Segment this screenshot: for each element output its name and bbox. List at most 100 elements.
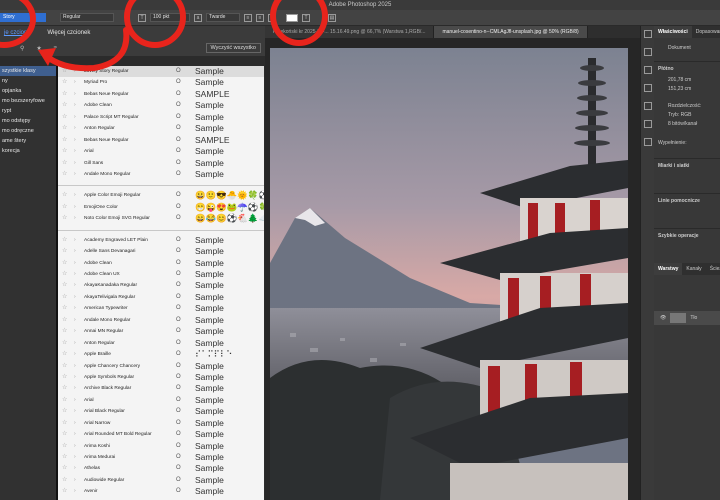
- favorite-star-icon[interactable]: ☆: [62, 66, 67, 77]
- history-icon[interactable]: [643, 30, 652, 38]
- font-row[interactable]: ☆ › Arima Medurai O Sample: [58, 452, 264, 463]
- favorite-star-icon[interactable]: ☆: [62, 169, 67, 180]
- brush-icon[interactable]: [643, 102, 652, 110]
- visibility-eye-icon[interactable]: 👁: [660, 315, 666, 321]
- expand-chevron-icon[interactable]: ›: [74, 269, 76, 280]
- font-row[interactable]: ☆ › Arial Narrow O Sample: [58, 418, 264, 429]
- tab-channels[interactable]: Kanały: [682, 263, 705, 275]
- favorite-star-icon[interactable]: ☆: [62, 292, 67, 303]
- expand-chevron-icon[interactable]: ›: [74, 406, 76, 417]
- expand-chevron-icon[interactable]: ›: [74, 383, 76, 394]
- expand-chevron-icon[interactable]: ›: [74, 326, 76, 337]
- favorite-star-icon[interactable]: ☆: [62, 383, 67, 394]
- favorite-star-icon[interactable]: ☆: [62, 349, 67, 360]
- expand-chevron-icon[interactable]: ›: [74, 190, 76, 201]
- expand-chevron-icon[interactable]: ›: [74, 202, 76, 213]
- expand-chevron-icon[interactable]: ›: [74, 213, 76, 224]
- font-row[interactable]: ☆ › Audiowide Regular O Sample: [58, 475, 264, 486]
- expand-chevron-icon[interactable]: ›: [74, 235, 76, 246]
- expand-chevron-icon[interactable]: ›: [74, 246, 76, 257]
- expand-chevron-icon[interactable]: ›: [74, 315, 76, 326]
- tab-properties[interactable]: Właściwości: [654, 26, 692, 38]
- expand-chevron-icon[interactable]: ›: [74, 158, 76, 169]
- filter-icon[interactable]: ⚲: [20, 45, 24, 52]
- font-row[interactable]: ☆ › Arial Rounded MT Bold Regular O Sample: [58, 429, 264, 440]
- expand-chevron-icon[interactable]: ›: [74, 429, 76, 440]
- favorite-star-icon[interactable]: ☆: [62, 258, 67, 269]
- favorite-star-icon[interactable]: ☆: [62, 100, 67, 111]
- paragraph-icon[interactable]: [643, 84, 652, 92]
- font-row[interactable]: ☆ › Archive Black Regular O Sample: [58, 383, 264, 394]
- font-row[interactable]: ☆ › Noto Color Emoji SVG Regular O 😄😂😊⚽🐔🌲☁️: [58, 213, 264, 224]
- favorite-star-icon[interactable]: ☆: [62, 486, 67, 497]
- favorite-star-icon[interactable]: ☆: [62, 429, 67, 440]
- class-item[interactable]: szystkie klasy: [0, 66, 56, 76]
- tab-adjustments[interactable]: Dopasowanie: [692, 26, 720, 38]
- align-left-icon[interactable]: ≡: [244, 13, 252, 22]
- expand-chevron-icon[interactable]: ›: [74, 338, 76, 349]
- expand-chevron-icon[interactable]: ›: [74, 395, 76, 406]
- more-fonts-link[interactable]: Więcej czcionek: [47, 30, 90, 36]
- character-icon[interactable]: [643, 66, 652, 74]
- favorites-star-icon[interactable]: ★: [36, 45, 41, 52]
- font-size-field[interactable]: 100 pkt: [150, 13, 190, 22]
- font-row[interactable]: ☆ › Lovely Story Regular O Sample: [58, 66, 264, 78]
- favorite-star-icon[interactable]: ☆: [62, 338, 67, 349]
- expand-chevron-icon[interactable]: ›: [74, 66, 76, 77]
- bit-depth-select[interactable]: 8 bitów/kanał: [654, 120, 720, 129]
- favorite-star-icon[interactable]: ☆: [62, 123, 67, 134]
- expand-chevron-icon[interactable]: ›: [74, 123, 76, 134]
- font-row[interactable]: ☆ › Apple Color Emoji Regular O 😀🙂😎🐣🌞🍀⚽: [58, 190, 264, 201]
- expand-chevron-icon[interactable]: ›: [74, 258, 76, 269]
- favorite-star-icon[interactable]: ☆: [62, 441, 67, 452]
- similar-fonts-icon[interactable]: ≈: [54, 45, 57, 51]
- align-right-icon[interactable]: ≡: [268, 13, 276, 22]
- expand-chevron-icon[interactable]: ›: [74, 486, 76, 497]
- font-row[interactable]: ☆ › Athelas O Sample: [58, 463, 264, 474]
- expand-chevron-icon[interactable]: ›: [74, 169, 76, 180]
- info-icon[interactable]: [643, 120, 652, 128]
- font-row[interactable]: ☆ › Adobe Clean UX O Sample: [58, 269, 264, 280]
- font-row[interactable]: ☆ › Arial Black Regular O Sample: [58, 406, 264, 417]
- expand-chevron-icon[interactable]: ›: [74, 441, 76, 452]
- favorite-star-icon[interactable]: ☆: [62, 246, 67, 257]
- expand-chevron-icon[interactable]: ›: [74, 112, 76, 123]
- expand-chevron-icon[interactable]: ›: [74, 372, 76, 383]
- font-row[interactable]: ☆ › Andale Mono Regular O Sample: [58, 315, 264, 326]
- expand-chevron-icon[interactable]: ›: [74, 361, 76, 372]
- guides-section[interactable]: Linie pomocnicze: [654, 193, 720, 208]
- font-row[interactable]: ☆ › Anton Regular O Sample: [58, 338, 264, 349]
- align-center-icon[interactable]: ≡: [256, 13, 264, 22]
- link-fonts[interactable]: je czcion: [4, 30, 27, 36]
- font-row[interactable]: ☆ › Bebas Neue Regular O SAMPLE: [58, 135, 264, 146]
- favorite-star-icon[interactable]: ☆: [62, 303, 67, 314]
- favorite-star-icon[interactable]: ☆: [62, 112, 67, 123]
- font-row[interactable]: ☆ › Adobe Clean O Sample: [58, 100, 264, 111]
- font-row[interactable]: ☆ › EmojiOne Color O 😁😜😍🐸☂️⚽🍀: [58, 202, 264, 213]
- font-row[interactable]: ☆ › American Typewriter O Sample: [58, 303, 264, 314]
- expand-chevron-icon[interactable]: ›: [74, 303, 76, 314]
- favorite-star-icon[interactable]: ☆: [62, 269, 67, 280]
- font-row[interactable]: ☆ › Academy Engraved LET Plain O Sample: [58, 235, 264, 246]
- character-panel-icon[interactable]: ▤: [328, 13, 336, 22]
- favorite-star-icon[interactable]: ☆: [62, 372, 67, 383]
- expand-chevron-icon[interactable]: ›: [74, 463, 76, 474]
- expand-chevron-icon[interactable]: ›: [74, 292, 76, 303]
- tab-layers[interactable]: Warstwy: [654, 263, 683, 275]
- swatches-icon[interactable]: [643, 138, 652, 146]
- expand-chevron-icon[interactable]: ›: [74, 475, 76, 486]
- font-row[interactable]: ☆ › Palace Script MT Regular O Sample: [58, 112, 264, 123]
- antialias-select[interactable]: Twarde: [206, 13, 240, 22]
- expand-chevron-icon[interactable]: ›: [74, 135, 76, 146]
- favorite-star-icon[interactable]: ☆: [62, 463, 67, 474]
- font-row[interactable]: ☆ › AkayaTelivigala Regular O Sample: [58, 292, 264, 303]
- height-value[interactable]: 151,23 cm: [654, 85, 720, 94]
- class-item[interactable]: rypt: [0, 106, 56, 116]
- class-item[interactable]: opjanka: [0, 86, 56, 96]
- class-item[interactable]: mo bezszeryfowe: [0, 96, 56, 106]
- properties-icon[interactable]: [643, 48, 652, 56]
- favorite-star-icon[interactable]: ☆: [62, 280, 67, 291]
- clear-all-button[interactable]: Wyczyść wszystko: [205, 43, 261, 53]
- expand-chevron-icon[interactable]: ›: [74, 89, 76, 100]
- favorite-star-icon[interactable]: ☆: [62, 235, 67, 246]
